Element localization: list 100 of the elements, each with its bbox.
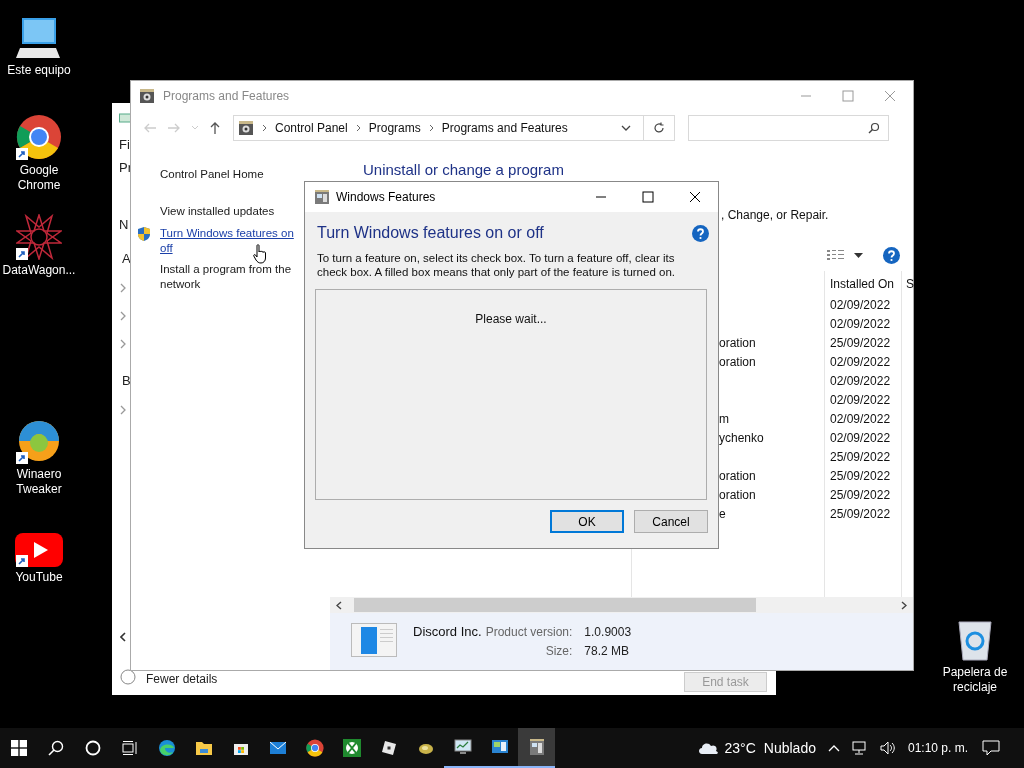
- table-cell: oration: [719, 487, 756, 502]
- instruction-text: , Change, or Repair.: [721, 208, 829, 222]
- chevron-right-icon[interactable]: [120, 339, 126, 349]
- control-panel-icon: [139, 88, 155, 104]
- breadcrumb-item[interactable]: Programs: [368, 121, 421, 135]
- desktop-icon-label[interactable]: Papelera de reciclaje: [938, 665, 1012, 695]
- table-cell: 02/09/2022: [830, 430, 891, 445]
- chevron-right-icon: [262, 124, 267, 132]
- view-options-icon[interactable]: [827, 249, 845, 261]
- chevron-right-icon[interactable]: [120, 283, 126, 293]
- control-panel-icon: [490, 739, 509, 755]
- table-cell: m: [719, 411, 729, 426]
- search-field[interactable]: [688, 115, 889, 141]
- desktop-icon-label[interactable]: YouTube: [2, 570, 76, 585]
- caret-up-icon[interactable]: [827, 744, 840, 752]
- network-icon[interactable]: [851, 741, 868, 755]
- chrome-icon: [305, 739, 324, 757]
- fewer-details-link[interactable]: Fewer details: [146, 672, 218, 686]
- mail-icon: [268, 741, 287, 755]
- breadcrumb-item[interactable]: Control Panel: [275, 121, 348, 135]
- table-cell: e: [719, 506, 726, 521]
- star-icon[interactable]: [16, 214, 62, 260]
- cut-text: A: [122, 251, 131, 266]
- address-bar[interactable]: Control Panel Programs Programs and Features: [233, 115, 675, 141]
- column-header[interactable]: S: [906, 277, 914, 291]
- windows-start-icon[interactable]: [10, 740, 27, 756]
- table-cell: ychenko: [719, 430, 764, 445]
- search-icon: [868, 122, 880, 134]
- weather-text[interactable]: Nublado: [763, 740, 816, 756]
- scroll-left-icon[interactable]: [120, 632, 126, 642]
- cut-text: B: [122, 373, 131, 388]
- table-cell: 02/09/2022: [830, 354, 891, 369]
- computer-icon[interactable]: [16, 16, 62, 60]
- shield-icon: [137, 226, 151, 242]
- dropdown-caret-icon[interactable]: [854, 253, 863, 258]
- status-text: Please wait...: [475, 312, 547, 328]
- table-cell: 25/09/2022: [830, 468, 891, 483]
- swirl-icon[interactable]: [16, 418, 62, 464]
- table-cell: oration: [719, 335, 756, 350]
- help-icon[interactable]: [883, 247, 900, 264]
- field-value: 78.2 MB: [584, 644, 631, 658]
- scroll-right-icon[interactable]: [901, 600, 907, 610]
- table-cell: 02/09/2022: [830, 297, 891, 312]
- scrollbar-thumb[interactable]: [354, 598, 756, 612]
- task-link[interactable]: Control Panel Home: [160, 167, 302, 182]
- dialog-heading: Turn Windows features on or off: [317, 224, 544, 242]
- table-cell: 02/09/2022: [830, 411, 891, 426]
- window-title: Programs and Features: [163, 89, 290, 103]
- window-title: Windows Features: [336, 190, 436, 204]
- desktop-icon-label[interactable]: Winaero Tweaker: [2, 467, 76, 497]
- chevron-right-icon: [355, 124, 361, 132]
- field-label: Product version:: [485, 625, 573, 639]
- chevron-circle-icon[interactable]: [120, 669, 136, 685]
- control-panel-icon: [238, 120, 254, 136]
- description-text: To turn a feature on, select its check box. To turn a feature off, clear its check box. A filled box means that only part of the feature is turned on.: [317, 251, 676, 279]
- column-header[interactable]: Installed On: [830, 277, 895, 291]
- task-link[interactable]: View installed updates: [160, 204, 302, 219]
- task-view-icon[interactable]: [120, 740, 139, 756]
- breadcrumb-item[interactable]: Programs and Features: [441, 121, 568, 135]
- xbox-icon: [342, 739, 361, 757]
- chevron-right-icon[interactable]: [120, 311, 126, 321]
- task-link[interactable]: Install a program from the network: [160, 262, 302, 292]
- close-icon[interactable]: [689, 191, 701, 203]
- chevron-right-icon[interactable]: [120, 405, 126, 415]
- ok-button[interactable]: OK: [550, 510, 624, 533]
- desktop-icon-label[interactable]: Google Chrome: [2, 163, 76, 193]
- taskbar-app-button[interactable]: [518, 728, 555, 768]
- chevron-right-icon: [428, 124, 434, 132]
- up-arrow-icon[interactable]: [209, 121, 221, 135]
- hand-cursor-icon: [253, 244, 267, 264]
- table-cell: 25/09/2022: [830, 487, 891, 502]
- help-icon[interactable]: [692, 224, 709, 242]
- horizontal-scrollbar[interactable]: [330, 597, 913, 613]
- refresh-icon[interactable]: [653, 122, 665, 134]
- search-icon[interactable]: [47, 740, 64, 756]
- table-cell: 25/09/2022: [830, 449, 891, 464]
- features-icon: [528, 738, 545, 756]
- maximize-icon[interactable]: [642, 191, 654, 203]
- dropdown-caret-icon[interactable]: [621, 125, 631, 131]
- clock-text[interactable]: 01:10 p. m.: [907, 741, 968, 755]
- app-window-icon: [351, 623, 397, 657]
- table-cell: 02/09/2022: [830, 392, 891, 407]
- desktop-icon-label[interactable]: DataWagon...: [2, 263, 76, 278]
- publisher-name: Discord Inc.: [413, 624, 482, 639]
- chrome-icon[interactable]: [16, 114, 62, 160]
- task-link[interactable]: Turn Windows features on off: [160, 226, 302, 256]
- cut-text: Fi: [119, 137, 130, 152]
- notification-icon[interactable]: [982, 740, 1000, 756]
- features-icon: [314, 189, 330, 205]
- circle-icon[interactable]: [84, 740, 101, 756]
- temperature-text[interactable]: 23°C: [724, 740, 756, 756]
- desktop-icon-label[interactable]: Este equipo: [2, 63, 76, 78]
- play-icon[interactable]: [15, 533, 63, 567]
- table-cell: oration: [719, 354, 756, 369]
- cut-text: N: [119, 217, 129, 232]
- cancel-button[interactable]: Cancel: [634, 510, 708, 533]
- table-cell: 25/09/2022: [830, 506, 891, 521]
- scroll-left-icon[interactable]: [336, 600, 342, 610]
- cloud-icon[interactable]: [696, 741, 719, 755]
- volume-icon[interactable]: [879, 741, 896, 755]
